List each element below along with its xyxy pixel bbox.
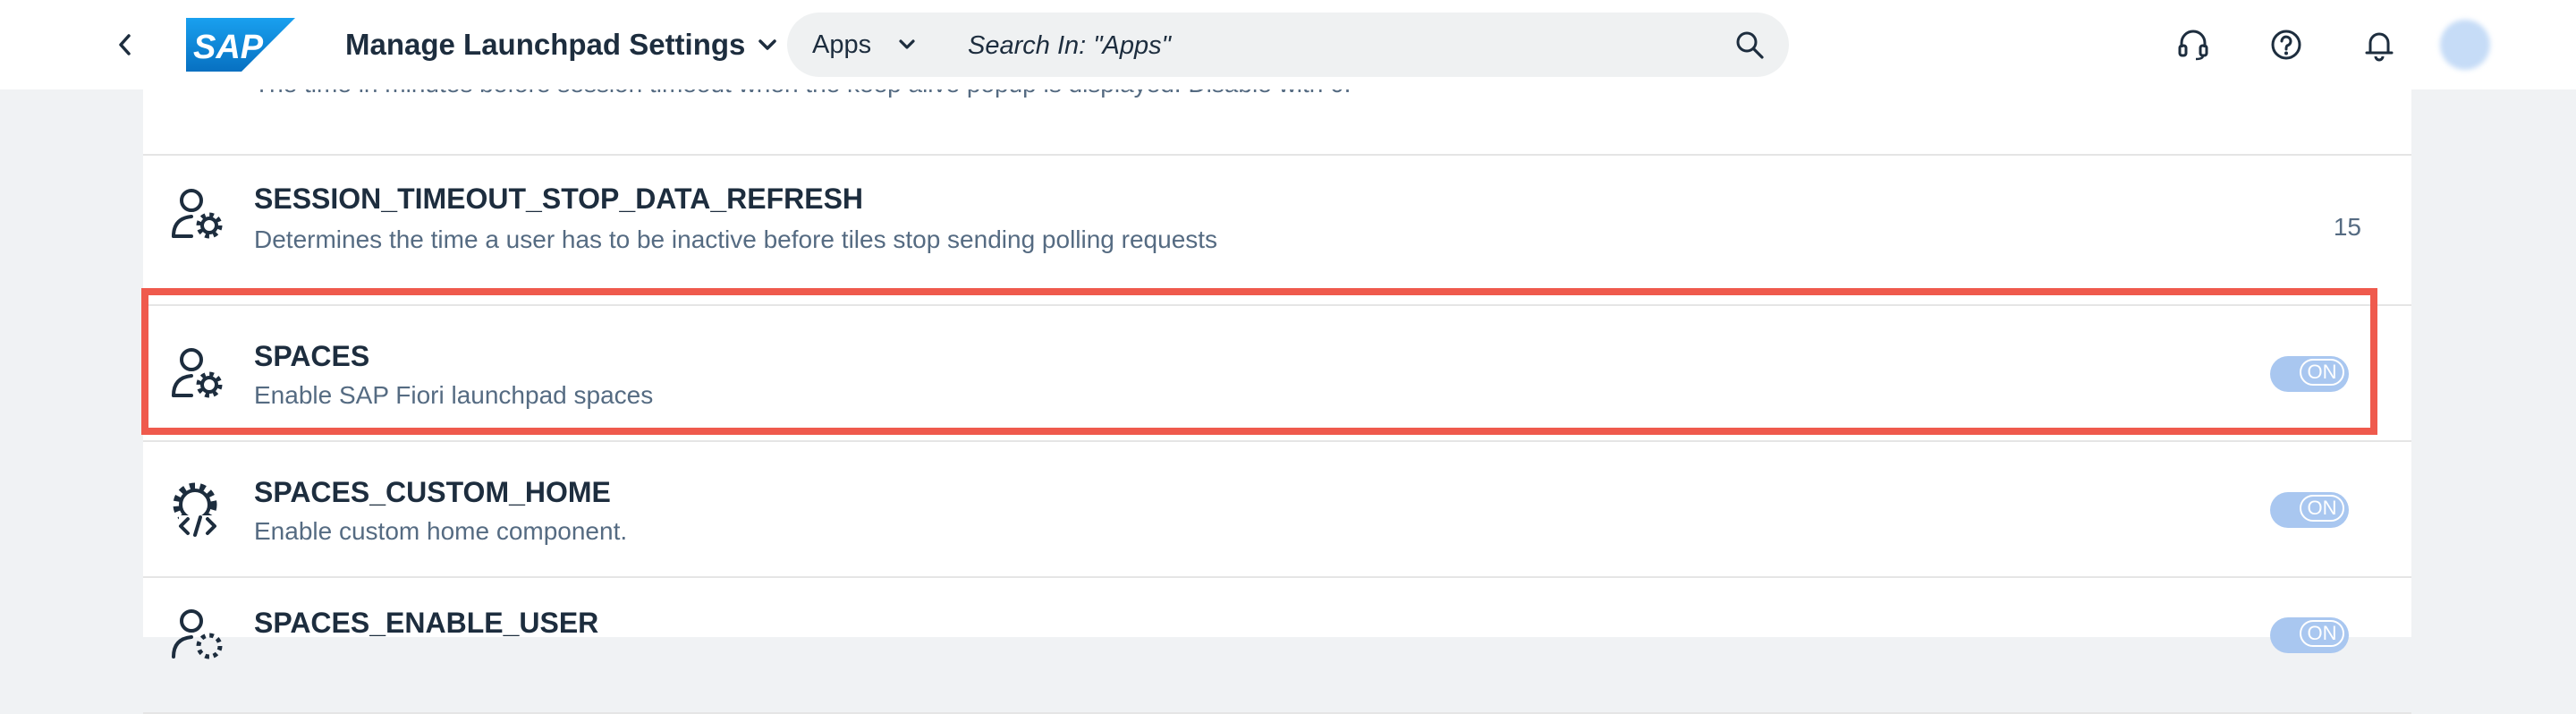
chevron-left-icon: [119, 34, 131, 55]
app-title-menu[interactable]: Manage Launchpad Settings: [345, 25, 777, 64]
toggle-label: ON: [2300, 495, 2344, 522]
settings-list: The time in minutes before session timeo…: [143, 0, 2411, 714]
sap-logo[interactable]: SAP: [186, 18, 295, 72]
setting-description: Enable SAP Fiori launchpad spaces: [254, 381, 654, 409]
setting-name: SPACES_CUSTOM_HOME: [254, 476, 611, 508]
logo-text: SAP: [193, 29, 264, 66]
toggle-switch[interactable]: ON: [2270, 356, 2349, 392]
toggle-label: ON: [2300, 620, 2344, 647]
setting-value: 15: [2333, 213, 2361, 241]
chevron-down-icon: [758, 39, 777, 50]
support-button[interactable]: [2170, 21, 2216, 68]
user-settings-icon: [172, 348, 223, 398]
back-button[interactable]: [106, 25, 145, 64]
app-title: Manage Launchpad Settings: [345, 28, 746, 61]
chevron-down-icon: [899, 39, 915, 49]
setting-name: SPACES: [254, 340, 370, 372]
list-item[interactable]: SPACES_CUSTOM_HOME Enable custom home co…: [143, 442, 2411, 578]
toggle-switch[interactable]: ON: [2270, 617, 2349, 653]
shell-bar: SAP Manage Launchpad Settings Apps: [0, 0, 2576, 89]
developer-settings-icon: [173, 482, 217, 537]
search-input[interactable]: [966, 23, 1685, 68]
toggle-label: ON: [2300, 359, 2344, 386]
notifications-button[interactable]: [2356, 21, 2402, 68]
setting-description: Determines the time a user has to be ina…: [254, 225, 1218, 253]
user-settings-icon: [172, 189, 223, 239]
bell-icon: [2365, 32, 2394, 62]
help-icon: [2271, 30, 2301, 60]
user-settings-icon: [172, 609, 223, 659]
search-scope-select[interactable]: Apps: [812, 13, 916, 77]
toggle-switch[interactable]: ON: [2270, 492, 2349, 528]
search-scope-label: Apps: [812, 30, 872, 59]
setting-name: SPACES_ENABLE_USER: [254, 607, 599, 639]
search-field: Apps: [787, 13, 1789, 77]
list-item-spaces[interactable]: SPACES Enable SAP Fiori launchpad spaces…: [143, 306, 2411, 442]
setting-description: Enable custom home component.: [254, 517, 628, 545]
list-item[interactable]: SPACES_ENABLE_USER ON: [143, 578, 2411, 714]
headset-icon: [2178, 30, 2208, 61]
page-background: [2426, 89, 2576, 637]
search-icon: [1736, 31, 1764, 59]
setting-name: SESSION_TIMEOUT_STOP_DATA_REFRESH: [254, 183, 864, 215]
search-button[interactable]: [1730, 25, 1769, 64]
list-item[interactable]: SESSION_TIMEOUT_STOP_DATA_REFRESH Determ…: [143, 156, 2411, 306]
avatar[interactable]: [2440, 20, 2490, 70]
help-button[interactable]: [2263, 21, 2309, 68]
